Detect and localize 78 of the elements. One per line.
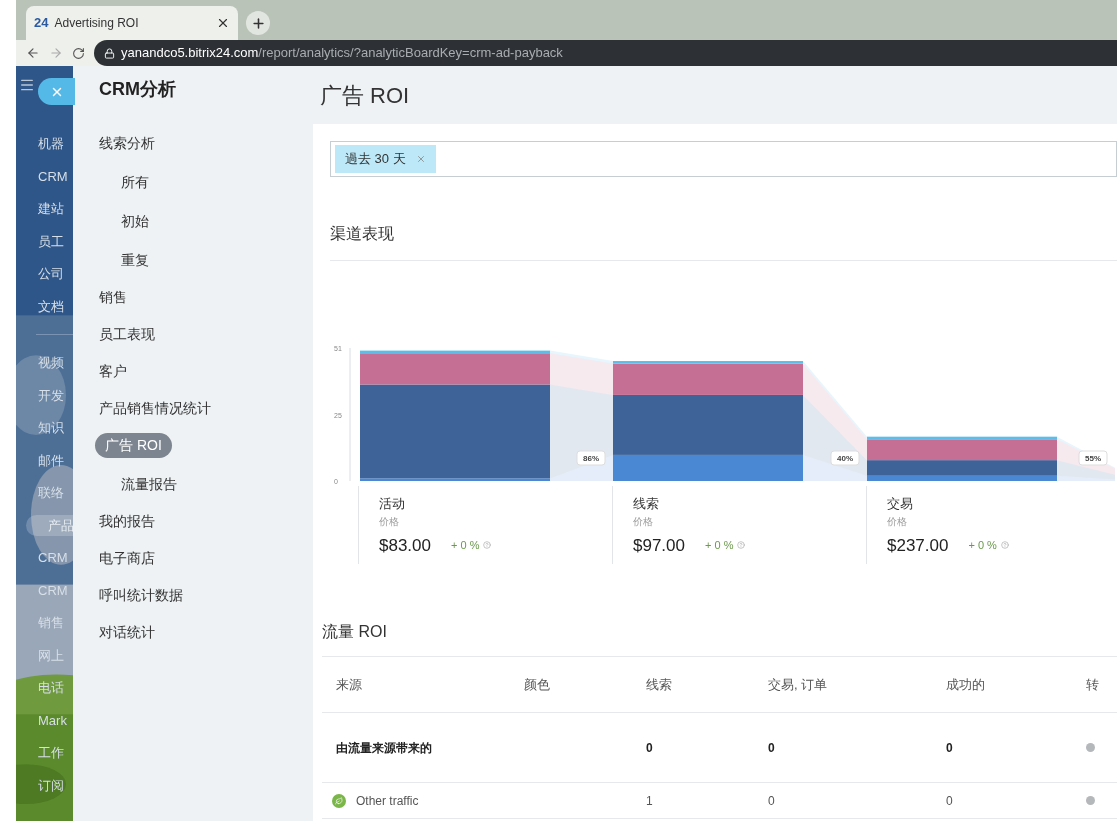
column-header: 交易, 订单	[768, 675, 829, 694]
change-value: + 0 %	[968, 538, 997, 553]
panel-menu-item[interactable]: 对话统计	[99, 620, 155, 645]
leaf-icon	[332, 793, 346, 808]
price-value: $237.00	[887, 534, 949, 557]
new-tab-button[interactable]	[246, 11, 270, 35]
annotation: 40%	[836, 454, 854, 463]
panel-menu-item[interactable]: 初始	[121, 209, 149, 234]
panel-menu-item[interactable]: 员工表现	[99, 322, 155, 347]
conversion-label: 40%	[830, 450, 860, 466]
table-cell-text: 0	[646, 739, 654, 757]
metric-label: 价格	[633, 514, 654, 529]
left-menu-item[interactable]: 视频	[16, 352, 73, 374]
panel-menu-item[interactable]: 客户	[99, 359, 127, 384]
remove-icon[interactable]	[415, 154, 426, 164]
panel-menu-item[interactable]: 所有	[121, 170, 149, 195]
column-header: 颜色	[524, 675, 551, 694]
menu-icon[interactable]	[19, 77, 35, 93]
conversion-label: 55%	[1078, 450, 1108, 466]
left-menu-item[interactable]: 文档	[16, 295, 73, 317]
price-value: $83.00	[379, 534, 431, 557]
change-value: + 0 %	[705, 538, 734, 553]
left-menu-item[interactable]: 员工	[16, 230, 73, 252]
column-header: 来源	[336, 675, 363, 694]
panel-menu-item[interactable]: 产品销售情况统计	[99, 396, 211, 421]
browser-tab[interactable]: 24 Advertising ROI	[26, 6, 238, 40]
panel-menu-item[interactable]: 线索分析	[99, 131, 155, 156]
change-value: + 0 %	[451, 538, 480, 553]
table-cell-text: 1	[646, 792, 654, 810]
left-menu-item[interactable]: CRM	[16, 165, 73, 187]
left-menu-item[interactable]: 建站	[16, 198, 73, 220]
section-title: 渠道表现	[330, 225, 394, 242]
panel-menu-item[interactable]: 重复	[121, 248, 149, 273]
table-cell-text: 0	[946, 739, 954, 757]
stage-name: 交易	[887, 495, 914, 513]
metric-label: 价格	[887, 514, 908, 529]
conversion-label: 86%	[576, 450, 606, 466]
table-cell-text: 0	[768, 739, 776, 757]
page-title: 广告 ROI	[320, 81, 410, 110]
metric-label: 价格	[379, 514, 400, 529]
plus-icon	[250, 15, 266, 31]
address-bar[interactable]: yanandco5.bitrix24.com/report/analytics/?analyticBoardKey=crm-ad-payback	[94, 40, 1117, 66]
panel-title: CRM分析	[99, 78, 177, 101]
close-button[interactable]	[38, 78, 75, 105]
left-menu-item[interactable]: 工作	[16, 742, 73, 764]
reload-icon[interactable]	[72, 46, 85, 60]
source-cell-text: Other traffic	[356, 792, 419, 810]
price-value: $97.00	[633, 534, 685, 557]
annotation: 55%	[1084, 454, 1102, 463]
table-cell-text: 0	[768, 792, 776, 810]
panel-menu-item[interactable]: 流量报告	[121, 472, 177, 497]
back-icon[interactable]	[26, 46, 40, 60]
panel-menu-item[interactable]: 呼叫统计数据	[99, 583, 183, 608]
left-menu-item[interactable]: 知识	[16, 417, 73, 439]
left-menu-item[interactable]: 机器	[16, 133, 73, 155]
column-header: 线索	[646, 675, 673, 694]
column-header: 转	[1086, 675, 1100, 694]
stage-name: 活动	[379, 495, 406, 513]
panel-menu-item[interactable]: 广告 ROI	[95, 433, 172, 458]
left-menu-item[interactable]: 邮件	[16, 449, 73, 471]
url-text: yanandco5.bitrix24.com/report/analytics/?analyticBoardKey=crm-ad-payback	[121, 44, 563, 63]
lock-icon	[104, 47, 115, 59]
column-header: 成功的	[946, 675, 986, 694]
panel-menu-item[interactable]: 电子商店	[99, 546, 155, 571]
left-menu-item[interactable]: 订阅	[16, 774, 73, 796]
tab-title: Advertising ROI	[54, 15, 140, 32]
filter-field[interactable]: 過去 30 天	[330, 141, 1117, 177]
panel-menu-item[interactable]: 销售	[99, 285, 127, 310]
panel-menu-item[interactable]: 我的报告	[99, 509, 155, 534]
close-icon[interactable]	[216, 16, 230, 30]
left-menu-item[interactable]: 公司	[16, 263, 73, 285]
tab-logo: 24	[34, 14, 49, 33]
table-cell-text: 0	[946, 792, 954, 810]
annotation: 86%	[582, 454, 600, 463]
stage-name: 线索	[633, 495, 660, 513]
section-title: 流量 ROI	[322, 623, 387, 640]
left-menu-item[interactable]: Mark	[16, 709, 73, 731]
source-cell-text: 由流量来源带来的	[336, 739, 432, 757]
